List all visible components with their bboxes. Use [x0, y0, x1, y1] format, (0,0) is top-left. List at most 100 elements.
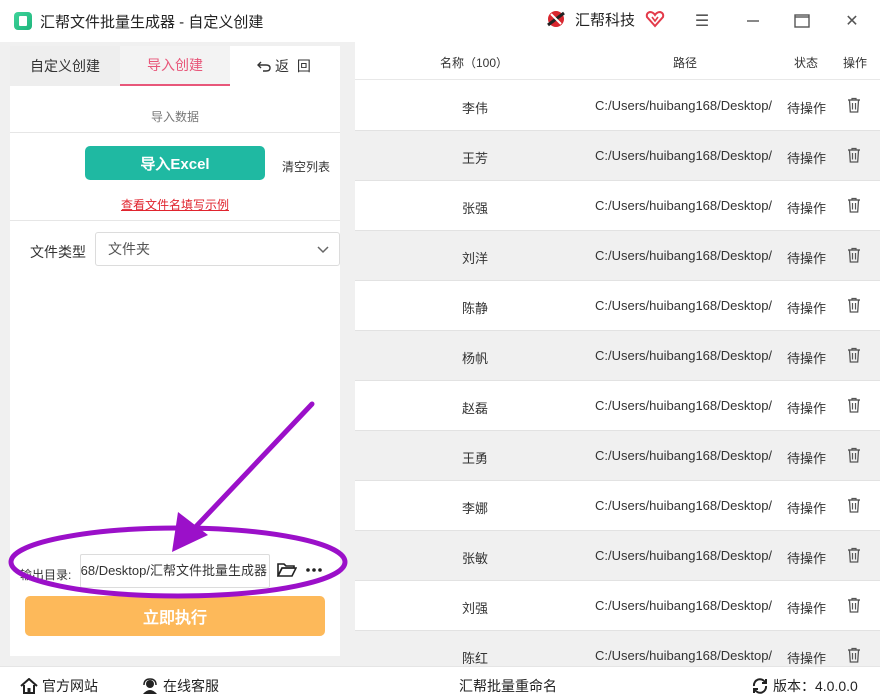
row-name: 王芳: [461, 151, 488, 166]
table-row[interactable]: 李伟 C:/Users/huibang168/Desktop/待操作: [355, 81, 880, 131]
brand-logo-icon: [547, 11, 565, 27]
table-header: 名称（100） 路径 状态 操作: [355, 42, 880, 80]
trash-icon[interactable]: [847, 97, 861, 113]
table-row[interactable]: 张敏 C:/Users/huibang168/Desktop/待操作: [355, 531, 880, 581]
header-action: 操作: [843, 56, 868, 70]
product-name: 汇帮批量重命名: [459, 678, 557, 694]
trash-icon[interactable]: [847, 547, 861, 563]
table-row[interactable]: 王勇 C:/Users/huibang168/Desktop/待操作: [355, 431, 880, 481]
row-path: C:/Users/huibang168/Desktop/: [595, 98, 773, 113]
row-status: 待操作: [787, 201, 827, 216]
row-path: C:/Users/huibang168/Desktop/: [595, 298, 773, 313]
back-button[interactable]: 返 回: [230, 46, 340, 86]
minimize-icon: [747, 20, 759, 22]
row-name: 王勇: [461, 451, 488, 466]
clear-list-button[interactable]: 清空列表: [282, 158, 330, 175]
minimize-button[interactable]: [740, 8, 766, 34]
row-path: C:/Users/huibang168/Desktop/: [595, 148, 773, 163]
trash-icon[interactable]: [847, 247, 861, 263]
maximize-icon: [794, 14, 810, 28]
tab-import-create[interactable]: 导入创建: [120, 46, 230, 86]
row-name: 张强: [461, 201, 488, 216]
table-row[interactable]: 王芳 C:/Users/huibang168/Desktop/待操作: [355, 131, 880, 181]
status-bar: 官方网站 在线客服 汇帮批量重命名 版本：4.0.0.0: [0, 666, 880, 700]
vip-heart-icon[interactable]: [645, 10, 665, 28]
row-status: 待操作: [787, 101, 827, 116]
row-name: 张敏: [461, 551, 488, 566]
close-button[interactable]: ✕: [839, 8, 865, 34]
refresh-icon: [752, 678, 768, 694]
table-row[interactable]: 张强 C:/Users/huibang168/Desktop/待操作: [355, 181, 880, 231]
row-name: 李伟: [461, 101, 488, 116]
headset-icon: [143, 678, 157, 694]
header-name: 名称（100）: [440, 56, 509, 70]
table-row[interactable]: 杨帆 C:/Users/huibang168/Desktop/待操作: [355, 331, 880, 381]
tab-custom-create[interactable]: 自定义创建: [10, 46, 120, 86]
run-now-button[interactable]: 立即执行: [25, 596, 325, 636]
row-status: 待操作: [787, 451, 827, 466]
trash-icon[interactable]: [847, 597, 861, 613]
row-status: 待操作: [787, 301, 827, 316]
row-path: C:/Users/huibang168/Desktop/: [595, 648, 773, 663]
row-name: 陈静: [461, 301, 488, 316]
row-name: 刘强: [461, 601, 488, 616]
row-path: C:/Users/huibang168/Desktop/: [595, 598, 773, 613]
row-status: 待操作: [787, 501, 827, 516]
file-type-value: 文件夹: [108, 241, 150, 257]
file-type-select[interactable]: 文件夹: [95, 232, 340, 266]
folder-open-icon[interactable]: [277, 561, 297, 579]
home-icon: [20, 678, 38, 694]
trash-icon[interactable]: [847, 297, 861, 313]
support-label: 在线客服: [163, 678, 219, 694]
trash-icon[interactable]: [847, 497, 861, 513]
filename-example-link[interactable]: 查看文件名填写示例: [10, 196, 340, 213]
row-name: 陈红: [461, 651, 488, 666]
support-link[interactable]: 在线客服: [141, 676, 219, 696]
table-row[interactable]: 刘强 C:/Users/huibang168/Desktop/待操作: [355, 581, 880, 631]
table-row[interactable]: 赵磊 C:/Users/huibang168/Desktop/待操作: [355, 381, 880, 431]
trash-icon[interactable]: [847, 197, 861, 213]
header-path: 路径: [673, 56, 698, 70]
row-name: 刘洋: [461, 251, 488, 266]
more-options-icon[interactable]: [304, 561, 324, 579]
file-table: 名称（100） 路径 状态 操作 李伟 C:/Users/huibang168/D…: [355, 42, 880, 666]
website-link[interactable]: 官方网站: [20, 676, 98, 696]
table-row[interactable]: 李娜 C:/Users/huibang168/Desktop/待操作: [355, 481, 880, 531]
table-row[interactable]: 陈红 C:/Users/huibang168/Desktop/待操作: [355, 631, 880, 666]
table-row[interactable]: 刘洋 C:/Users/huibang168/Desktop/待操作: [355, 231, 880, 281]
trash-icon[interactable]: [847, 647, 861, 663]
back-label: 返 回: [275, 58, 313, 74]
row-status: 待操作: [787, 251, 827, 266]
trash-icon[interactable]: [847, 347, 861, 363]
trash-icon[interactable]: [847, 147, 861, 163]
website-label: 官方网站: [42, 678, 98, 694]
title-bar: 汇帮文件批量生成器 - 自定义创建 汇帮科技 ☰ ✕: [0, 0, 880, 42]
row-path: C:/Users/huibang168/Desktop/: [595, 248, 773, 263]
menu-button[interactable]: ☰: [689, 8, 715, 34]
import-excel-button[interactable]: 导入Excel: [85, 146, 265, 180]
trash-icon[interactable]: [847, 397, 861, 413]
brand: 汇帮科技: [545, 8, 635, 30]
row-status: 待操作: [787, 601, 827, 616]
row-status: 待操作: [787, 151, 827, 166]
table-row[interactable]: 陈静 C:/Users/huibang168/Desktop/待操作: [355, 281, 880, 331]
output-dir-label: 输出目录:: [20, 568, 72, 582]
row-path: C:/Users/huibang168/Desktop/: [595, 498, 773, 513]
window-title: 汇帮文件批量生成器 - 自定义创建: [40, 13, 264, 31]
divider: [10, 220, 340, 221]
row-path: C:/Users/huibang168/Desktop/: [595, 398, 773, 413]
trash-icon[interactable]: [847, 447, 861, 463]
brand-name: 汇帮科技: [575, 11, 636, 29]
row-name: 李娜: [461, 501, 488, 516]
table-body: 李伟 C:/Users/huibang168/Desktop/待操作 王芳 C:/Us…: [355, 81, 880, 666]
undo-arrow-icon: [257, 61, 271, 72]
header-status: 状态: [794, 56, 819, 70]
maximize-button[interactable]: [789, 8, 815, 34]
row-status: 待操作: [787, 651, 827, 666]
chevron-down-icon: [317, 246, 329, 254]
import-card: 自定义创建 导入创建 返 回 导入数据 导入Excel 清空列表 查看文件名填写…: [10, 46, 340, 656]
output-dir-input[interactable]: C:/Users/huibang168/Desktop/汇帮文件批量生成器: [80, 554, 270, 588]
file-type-label: 文件类型: [30, 244, 86, 260]
row-status: 待操作: [787, 551, 827, 566]
version-info[interactable]: 版本：4.0.0.0: [751, 676, 858, 696]
